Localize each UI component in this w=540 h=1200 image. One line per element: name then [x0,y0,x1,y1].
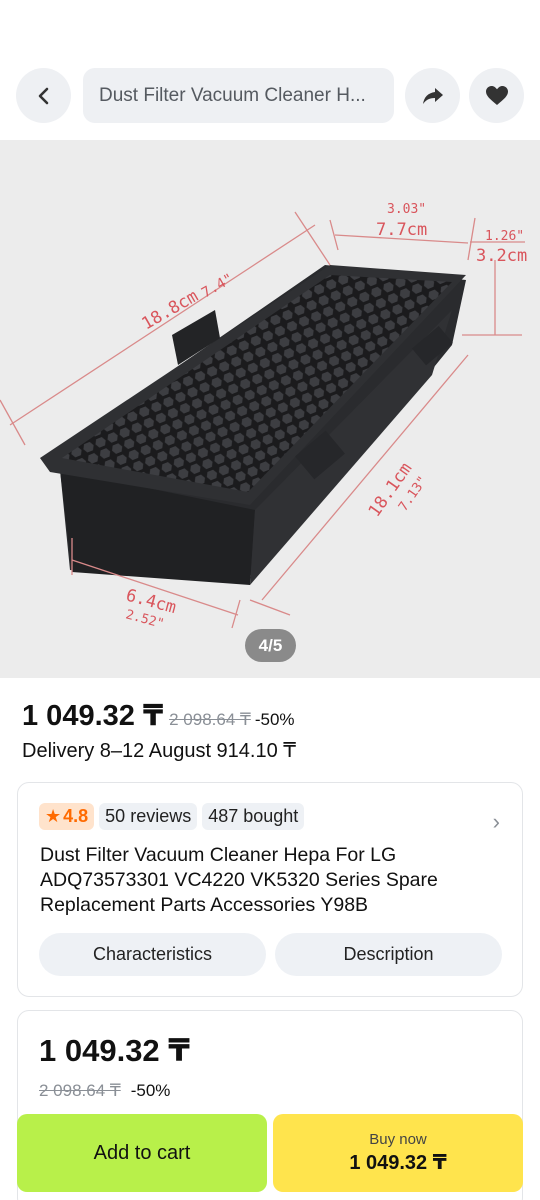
favorite-button[interactable] [469,68,524,123]
offer-price: 1 049.32 ₸ [39,1033,190,1068]
gallery-counter: 4/5 [245,629,296,662]
buy-now-price: 1 049.32 ₸ [349,1152,447,1174]
search-field[interactable]: Dust Filter Vacuum Cleaner H... [83,68,394,123]
dim-top-width-cm: 7.7cm [376,220,427,240]
bottom-action-bar: Add to cart Buy now 1 049.32 ₸ [0,1114,540,1200]
chevron-right-icon[interactable]: › [493,809,500,835]
bought-badge: 487 bought [202,803,305,830]
back-button[interactable] [16,68,71,123]
delivery-info: Delivery 8–12 August 914.10 ₸ [22,740,297,762]
buy-now-label: Buy now [369,1131,427,1148]
dim-length-in: 7.4" [199,271,236,302]
share-arrow-icon [422,87,443,104]
offer-discount: -50% [130,1081,171,1100]
dim-height-cm: 3.2cm [476,246,527,266]
product-title: Dust Filter Vacuum Cleaner Hepa For LG A… [40,844,438,916]
search-text: Dust Filter Vacuum Cleaner H... [99,84,366,106]
star-icon: ★ [45,806,62,826]
offer-old-price: 2 098.64 ₸ [39,1081,121,1100]
description-button[interactable]: Description [275,933,502,976]
current-price: 1 049.32 ₸ [22,700,164,732]
dim-top-width-in: 3.03" [387,202,426,217]
add-to-cart-button[interactable]: Add to cart [17,1114,267,1192]
dim-height-in: 1.26" [485,229,524,244]
rating-value: 4.8 [63,806,89,826]
buy-now-button[interactable]: Buy now 1 049.32 ₸ [273,1114,523,1192]
share-button[interactable] [405,68,460,123]
old-price: 2 098.64 ₸ [169,710,251,729]
offer-old-price-row: 2 098.64 ₸ -50% [39,1081,170,1101]
stats-badges: ★ 4.8 50 reviews 487 bought [39,803,305,830]
reviews-badge[interactable]: 50 reviews [99,803,198,830]
discount-label: -50% [254,710,295,729]
characteristics-button[interactable]: Characteristics [39,933,266,976]
product-image-gallery[interactable]: 3.03" 7.7cm 1.26" 3.2cm 18.8cm 7.4" 18.1… [0,140,540,678]
product-info-card[interactable]: ★ 4.8 50 reviews 487 bought › Dust Filte… [17,782,523,997]
heart-icon [485,85,508,105]
top-bar: Dust Filter Vacuum Cleaner H... [16,68,524,124]
price-row: 1 049.32 ₸ 2 098.64 ₸ -50% [22,698,295,733]
product-image: 3.03" 7.7cm 1.26" 3.2cm 18.8cm 7.4" 18.1… [0,202,527,632]
rating-badge[interactable]: ★ 4.8 [39,803,95,830]
chevron-left-icon [38,87,48,104]
